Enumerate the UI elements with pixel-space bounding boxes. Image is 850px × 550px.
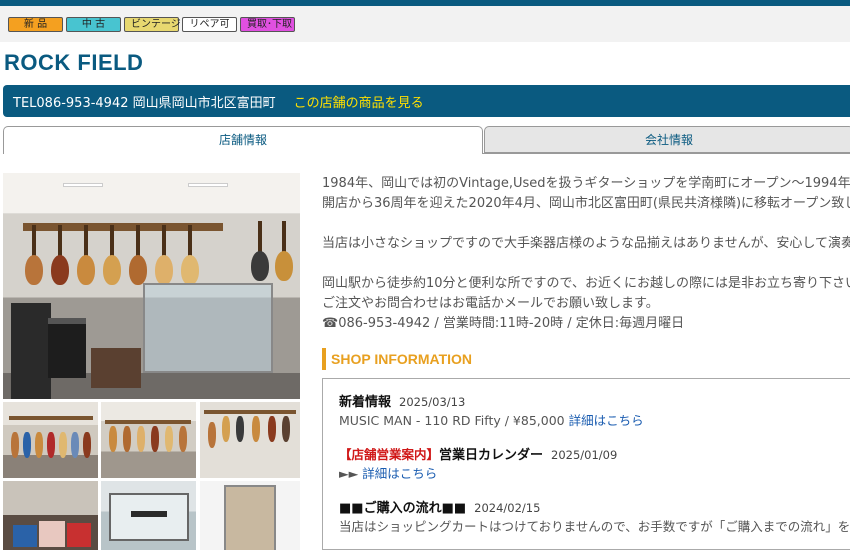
thumb-guitar	[11, 432, 19, 458]
description-line: 開店から36周年を迎えた2020年4月、岡山市北区富田町(県民共済様隣)に移転オ…	[322, 196, 850, 211]
news-detail-link[interactable]: 詳細はこちら	[569, 413, 644, 428]
top-bar: 新 品 中 古 ビンテージ リペア可 買取･下取	[0, 0, 850, 42]
news-item: 【店舗営業案内】営業日カレンダー 2025/01/09 ►► 詳細はこちら	[339, 446, 845, 483]
thumb-guitar	[165, 426, 173, 452]
thumbnail-3[interactable]	[200, 402, 300, 478]
photo-guitar	[275, 221, 293, 281]
tab-store-info[interactable]: 店舗情報	[3, 126, 483, 154]
shop-name: ROCK FIELD	[4, 50, 144, 75]
thumbnail-2[interactable]	[101, 402, 196, 478]
thumb-guitar	[109, 426, 117, 452]
thumbnail-1[interactable]	[3, 402, 98, 478]
news-date: 2025/03/13	[399, 395, 466, 409]
description-line: 当店は小さなショップですので大手楽器店様のような品揃えはありませんが、安心して演…	[322, 236, 850, 251]
thumb-storefront	[109, 493, 189, 541]
thumb-guitar	[179, 426, 187, 452]
shop-items-link[interactable]: この店舗の商品を見る	[294, 92, 424, 111]
thumb-guitar	[123, 426, 131, 452]
photo-guitar	[103, 225, 121, 285]
tag-used: 中 古	[66, 17, 121, 32]
thumb-guitar	[35, 432, 43, 458]
news-date: 2024/02/15	[474, 501, 541, 515]
description-line: ご注文やお問合わせはお電話かメールでお願い致します。	[322, 296, 659, 311]
photo-amplifier	[48, 318, 86, 378]
thumb-guitar	[208, 422, 216, 448]
photo-guitar	[77, 225, 95, 285]
thumb-guitar	[282, 416, 290, 442]
description-line: 岡山駅から徒歩約10分と便利な所ですので、お近くにお越しの際には是非お立ち寄り下…	[322, 276, 850, 291]
thumb-guitar	[47, 432, 55, 458]
photo-ceiling	[3, 173, 300, 213]
news-title: 営業日カレンダー	[439, 448, 544, 463]
photo-light	[63, 183, 103, 187]
thumb-rack	[105, 420, 191, 424]
shop-info-bar: TEL086-953-4942 岡山県岡山市北区富田町 この店舗の商品を見る	[3, 85, 850, 117]
thumbnail-4[interactable]	[3, 481, 98, 550]
description-line: ☎086-953-4942 / 営業時間:11時-20時 / 定休日:毎週月曜日	[322, 316, 685, 331]
thumb-record	[13, 525, 37, 547]
news-detail-link[interactable]: 詳細はこちら	[362, 466, 437, 481]
photo-speaker-cabinet	[11, 303, 51, 399]
tab-divider	[483, 153, 850, 154]
shop-information-box: 新着情報 2025/03/13 MUSIC MAN - 110 RD Fifty…	[322, 378, 850, 550]
thumb-guitar	[222, 416, 230, 442]
thumb-guitar	[268, 416, 276, 442]
news-arrow-icon: ►►	[339, 466, 363, 481]
thumb-showcase	[224, 485, 276, 550]
photo-guitar	[155, 225, 173, 285]
tab-company-info[interactable]: 会社情報	[484, 126, 850, 153]
shop-tel-address: TEL086-953-4942 岡山県岡山市北区富田町	[13, 95, 276, 111]
thumb-guitar	[137, 426, 145, 452]
thumb-rack	[204, 410, 296, 414]
thumb-guitar	[151, 426, 159, 452]
photo-guitar	[181, 225, 199, 285]
photo-light	[188, 183, 228, 187]
thumb-guitar	[83, 432, 91, 458]
thumb-guitar	[71, 432, 79, 458]
photo-guitar	[129, 225, 147, 285]
thumb-record	[67, 523, 91, 547]
tag-new: 新 品	[8, 17, 63, 32]
photo-guitar	[25, 225, 43, 285]
thumb-guitar	[252, 416, 260, 442]
shop-main-photo[interactable]	[3, 173, 300, 399]
photo-guitar	[251, 221, 269, 281]
news-body: 当店はショッピングカートはつけておりませんので、お手数ですが「ご購入までの流れ」…	[339, 519, 850, 534]
photo-box	[91, 348, 141, 388]
news-date: 2025/01/09	[551, 448, 618, 462]
thumb-rack	[9, 416, 93, 420]
thumb-guitar	[59, 432, 67, 458]
tag-buy-trade: 買取･下取	[240, 17, 295, 32]
news-body: MUSIC MAN - 110 RD Fifty / ¥85,000	[339, 413, 565, 428]
tag-vintage: ビンテージ	[124, 17, 181, 32]
thumb-guitar	[23, 432, 31, 458]
photo-display-case	[143, 283, 273, 373]
thumbnail-5[interactable]	[101, 481, 196, 550]
info-tabs: 店舗情報 会社情報	[3, 126, 850, 154]
shop-information-heading: SHOP INFORMATION	[322, 348, 472, 370]
description-line: 1984年、岡山では初のVintage,Usedを扱うギターショップを学南町にオ…	[322, 176, 850, 191]
news-title: 新着情報	[339, 395, 392, 410]
news-item: 新着情報 2025/03/13 MUSIC MAN - 110 RD Fifty…	[339, 393, 845, 430]
shop-description: 1984年、岡山では初のVintage,Usedを扱うギターショップを学南町にオ…	[322, 174, 850, 334]
thumb-record	[39, 521, 65, 547]
news-category: 【店舗営業案内】	[339, 447, 440, 462]
news-title[interactable]: ■■ご購入の流れ■■	[339, 501, 466, 516]
condition-tags: 新 品 中 古 ビンテージ リペア可 買取･下取	[8, 17, 295, 32]
news-item: ■■ご購入の流れ■■ 2024/02/15 当店はショッピングカートはつけており…	[339, 499, 850, 536]
tag-repair: リペア可	[182, 17, 237, 32]
thumb-guitar	[236, 416, 244, 442]
photo-guitar	[51, 225, 69, 285]
thumb-sign	[131, 511, 167, 517]
thumbnail-6[interactable]	[200, 481, 300, 550]
